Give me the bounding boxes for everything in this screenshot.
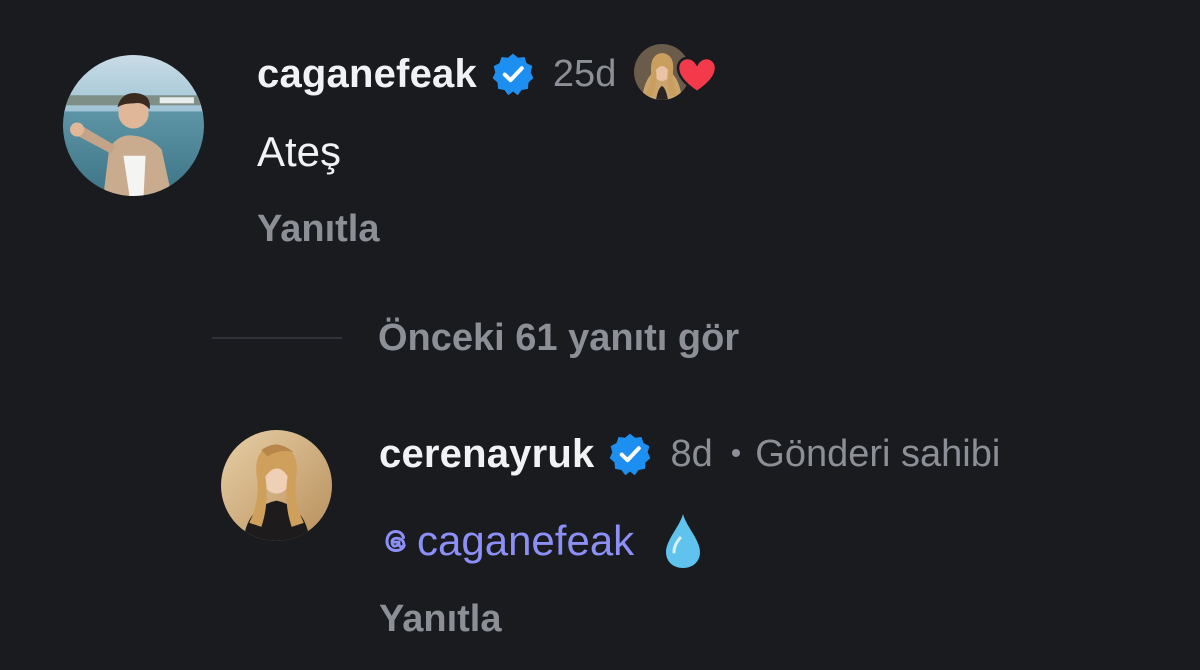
reply-button[interactable]: Yanıtla bbox=[257, 208, 380, 251]
water-drop-icon bbox=[664, 512, 702, 570]
comment-header: caganefeak 25d bbox=[257, 44, 718, 104]
avatar-caganefeak[interactable] bbox=[63, 55, 204, 196]
verified-badge-icon bbox=[491, 52, 535, 96]
threads-at-icon bbox=[379, 524, 413, 558]
reply-text: caganefeak bbox=[379, 512, 702, 570]
verified-badge-icon bbox=[608, 432, 652, 476]
mention-username: caganefeak bbox=[417, 517, 635, 564]
view-previous-replies-button[interactable]: Önceki 61 yanıtı gör bbox=[212, 313, 739, 363]
comment-username[interactable]: caganefeak bbox=[257, 52, 477, 97]
heart-icon bbox=[676, 56, 718, 94]
reply-header: cerenayruk 8d • Gönderi sahibi bbox=[379, 424, 1000, 484]
avatar-cerenayruk[interactable] bbox=[221, 430, 332, 541]
thread-divider-line bbox=[212, 337, 342, 339]
comment-thread: caganefeak 25d Ateş Yanıtla Önceki 61 ya… bbox=[0, 0, 1200, 670]
reply-button[interactable]: Yanıtla bbox=[379, 598, 502, 641]
view-previous-replies-label: Önceki 61 yanıtı gör bbox=[378, 316, 740, 359]
post-owner-badge: Gönderi sahibi bbox=[755, 432, 1001, 475]
comment-text: Ateş bbox=[257, 128, 342, 175]
comment-timestamp: 25d bbox=[552, 52, 617, 95]
avatar-cerenayruk-image bbox=[221, 430, 332, 541]
mention-link[interactable]: caganefeak bbox=[379, 517, 634, 565]
separator-dot: • bbox=[730, 437, 742, 470]
liked-by-author-indicator bbox=[634, 44, 718, 104]
reply-username[interactable]: cerenayruk bbox=[379, 432, 594, 477]
avatar-caganefeak-image bbox=[63, 55, 204, 196]
reply-timestamp: 8d bbox=[670, 432, 713, 475]
